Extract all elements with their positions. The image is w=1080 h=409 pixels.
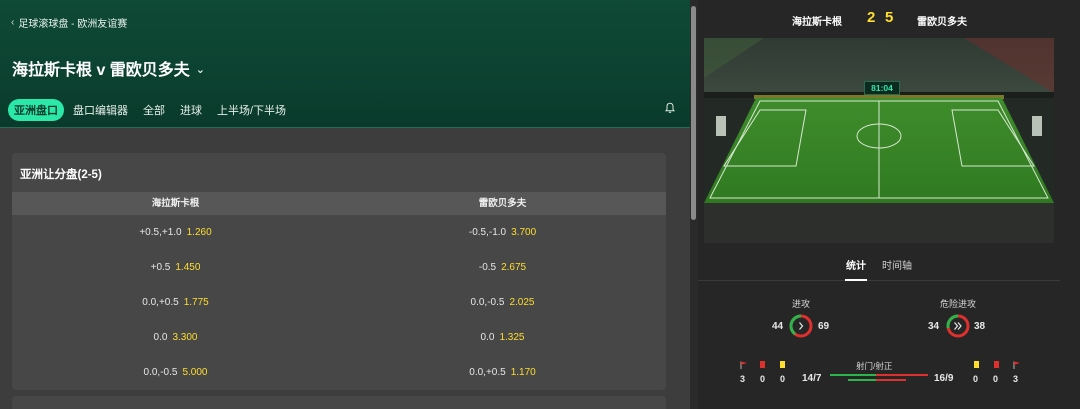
odds-value: 1.260 xyxy=(186,227,212,238)
table-row: +0.5,+1.0 1.260 -0.5,-1.0 3.700 xyxy=(12,215,666,250)
home-team-name: 海拉斯卡根 xyxy=(792,17,842,28)
tab-bet-builder[interactable]: 盘口编辑器 xyxy=(67,99,134,121)
away-yellow-cards: 0 xyxy=(973,374,979,384)
chevron-left-icon: ‹ xyxy=(11,17,15,28)
home-red-cards: 0 xyxy=(760,374,766,384)
home-corners: 3 xyxy=(740,374,746,384)
scrollbar-thumb[interactable] xyxy=(691,6,696,220)
match-live-pane: 海拉斯卡根 2 5 雷欧贝多夫 81:04 统计 时间轴 进攻 44 69 危险… xyxy=(698,0,1080,409)
market-tabs: 亚洲盘口 盘口编辑器 全部 进球 上半场/下半场 xyxy=(8,99,295,121)
odds-value: 3.300 xyxy=(172,332,198,343)
next-market-panel[interactable] xyxy=(12,396,666,409)
stats-tabs: 统计 时间轴 xyxy=(698,255,1060,281)
away-team-name: 雷欧贝多夫 xyxy=(917,17,967,28)
match-title-text: 海拉斯卡根 v 雷欧贝多夫 xyxy=(12,62,190,79)
handicap-line: 0.0,+0.5 xyxy=(469,367,506,378)
home-attacks: 44 xyxy=(772,321,784,332)
yellow-card-icon xyxy=(974,361,979,368)
stadium-pitch-graphic xyxy=(704,38,1054,243)
handicap-line: 0.0,+0.5 xyxy=(142,297,179,308)
match-visualisation: 81:04 xyxy=(704,38,1054,243)
app-root: ‹ 足球滚球盘 - 欧洲友谊赛 海拉斯卡根 v 雷欧贝多夫 ⌄ 亚洲盘口 盘口编… xyxy=(0,0,1080,409)
dangerous-attacks-gauge xyxy=(946,314,970,338)
away-attacks: 69 xyxy=(818,321,830,332)
match-clock: 81:04 xyxy=(864,81,900,95)
away-odds-cell[interactable]: 0.0 1.325 xyxy=(339,332,666,343)
handicap-line: +0.5 xyxy=(150,262,171,273)
handicap-line: +0.5,+1.0 xyxy=(139,227,182,238)
match-market-pane: ‹ 足球滚球盘 - 欧洲友谊赛 海拉斯卡根 v 雷欧贝多夫 ⌄ 亚洲盘口 盘口编… xyxy=(0,0,690,409)
odds-value: 2.675 xyxy=(501,262,527,273)
red-card-icon xyxy=(994,361,999,368)
tab-halves[interactable]: 上半场/下半场 xyxy=(211,99,292,121)
away-shots-on-target-bar xyxy=(876,379,906,381)
market-column-headers: 海拉斯卡根 雷欧贝多夫 xyxy=(12,192,666,215)
market-rows: +0.5,+1.0 1.260 -0.5,-1.0 3.700 +0.5 1.450 … xyxy=(12,215,666,390)
table-row: 0.0,-0.5 5.000 0.0,+0.5 1.170 xyxy=(12,355,666,390)
away-team-header: 雷欧贝多夫 xyxy=(478,198,527,209)
handicap-line: 0.0,-0.5 xyxy=(143,367,178,378)
breadcrumb[interactable]: ‹ 足球滚球盘 - 欧洲友谊赛 xyxy=(11,15,127,30)
away-odds-cell[interactable]: -0.5 2.675 xyxy=(339,262,666,273)
odds-value: 1.450 xyxy=(175,262,201,273)
odds-value: 1.325 xyxy=(499,332,525,343)
away-score: 5 xyxy=(885,9,894,26)
odds-value: 5.000 xyxy=(182,367,208,378)
home-odds-cell[interactable]: 0.0,+0.5 1.775 xyxy=(12,297,339,308)
home-odds-cell[interactable]: 0.0,-0.5 5.000 xyxy=(12,367,339,378)
table-row: 0.0 3.300 0.0 1.325 xyxy=(12,320,666,355)
tab-stats[interactable]: 统计 xyxy=(846,257,866,272)
home-score: 2 xyxy=(867,9,876,26)
scoreboard: 海拉斯卡根 2 5 雷欧贝多夫 xyxy=(698,0,1060,38)
away-odds-cell[interactable]: 0.0,+0.5 1.170 xyxy=(339,367,666,378)
away-dangerous-attacks: 38 xyxy=(974,321,986,332)
tab-all[interactable]: 全部 xyxy=(137,99,171,121)
home-dangerous-attacks: 34 xyxy=(928,321,940,332)
match-title[interactable]: 海拉斯卡根 v 雷欧贝多夫 ⌄ xyxy=(12,56,205,80)
table-row: +0.5 1.450 -0.5 2.675 xyxy=(12,250,666,285)
tab-asian-handicap[interactable]: 亚洲盘口 xyxy=(8,99,64,121)
shots-label: 射门/射正 xyxy=(856,361,893,371)
odds-value: 2.025 xyxy=(509,297,535,308)
handicap-line: 0.0 xyxy=(480,332,495,343)
away-odds-cell[interactable]: -0.5,-1.0 3.700 xyxy=(339,227,666,238)
away-odds-cell[interactable]: 0.0,-0.5 2.025 xyxy=(339,297,666,308)
home-yellow-cards: 0 xyxy=(780,374,786,384)
chevron-down-icon[interactable]: ⌄ xyxy=(196,63,205,76)
away-red-cards: 0 xyxy=(993,374,999,384)
attacks-gauge xyxy=(789,314,813,338)
home-odds-cell[interactable]: 0.0 3.300 xyxy=(12,332,339,343)
home-odds-cell[interactable]: +0.5,+1.0 1.260 xyxy=(12,227,339,238)
away-shots-bar xyxy=(876,374,928,376)
odds-value: 3.700 xyxy=(511,227,537,238)
handicap-line: -0.5 xyxy=(478,262,497,273)
market-title[interactable]: 亚洲让分盘(2-5) xyxy=(20,166,102,182)
home-shots-bar xyxy=(830,374,876,376)
odds-value: 1.170 xyxy=(510,367,536,378)
handicap-line: 0.0,-0.5 xyxy=(470,297,505,308)
tab-timeline[interactable]: 时间轴 xyxy=(882,257,912,272)
match-header: ‹ 足球滚球盘 - 欧洲友谊赛 海拉斯卡根 v 雷欧贝多夫 ⌄ 亚洲盘口 盘口编… xyxy=(0,0,690,128)
yellow-card-icon xyxy=(780,361,785,368)
active-tab-indicator xyxy=(845,279,867,281)
home-odds-cell[interactable]: +0.5 1.450 xyxy=(12,262,339,273)
away-corners: 3 xyxy=(1013,374,1019,384)
bell-icon[interactable] xyxy=(664,102,676,114)
handicap-line: 0.0 xyxy=(153,332,168,343)
home-team-header: 海拉斯卡根 xyxy=(151,198,200,209)
corner-flag-icon xyxy=(1013,361,1020,369)
away-shots: 16/9 xyxy=(934,373,954,384)
dangerous-attacks-label: 危险进攻 xyxy=(940,299,977,309)
home-shots-on-target-bar xyxy=(848,379,876,381)
corner-flag-icon xyxy=(740,361,747,369)
tab-goals[interactable]: 进球 xyxy=(174,99,208,121)
table-row: 0.0,+0.5 1.775 0.0,-0.5 2.025 xyxy=(12,285,666,320)
home-shots: 14/7 xyxy=(802,373,822,384)
red-card-icon xyxy=(760,361,765,368)
attacks-label: 进攻 xyxy=(792,299,811,309)
odds-value: 1.775 xyxy=(183,297,209,308)
asian-handicap-market: 亚洲让分盘(2-5) 海拉斯卡根 雷欧贝多夫 +0.5,+1.0 1.260 -0… xyxy=(12,153,666,390)
handicap-line: -0.5,-1.0 xyxy=(468,227,507,238)
breadcrumb-text[interactable]: 足球滚球盘 - 欧洲友谊赛 xyxy=(18,15,127,30)
